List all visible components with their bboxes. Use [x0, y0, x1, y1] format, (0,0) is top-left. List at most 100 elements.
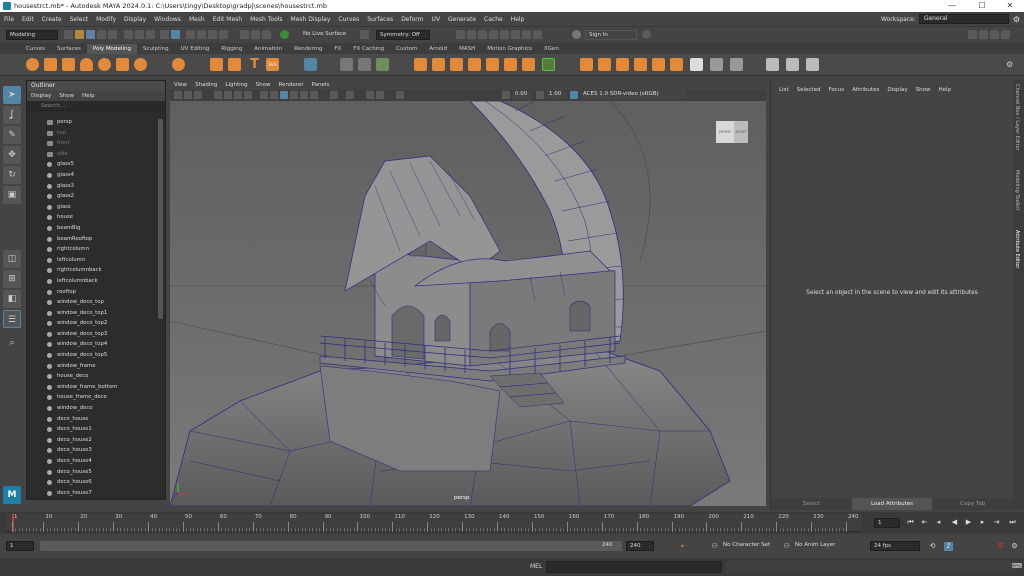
rotate-tool-icon[interactable]: ↻: [3, 166, 21, 184]
workspace-dropdown[interactable]: General: [918, 14, 1009, 24]
menu-curves[interactable]: Curves: [334, 16, 363, 23]
scale-tool-icon[interactable]: ▣: [3, 186, 21, 204]
menu-select[interactable]: Select: [66, 16, 93, 23]
film-gate-icon[interactable]: [224, 91, 232, 99]
outliner-layout-icon[interactable]: ☰: [3, 310, 21, 328]
menuset-dropdown[interactable]: Modeling: [6, 30, 58, 40]
smooth-icon[interactable]: [376, 58, 389, 71]
wireframe-icon[interactable]: [260, 91, 268, 99]
view-transform-icon[interactable]: [570, 91, 578, 99]
shelf-tab-custom[interactable]: Custom: [390, 44, 423, 54]
viewport-menu-lighting[interactable]: Lighting: [221, 80, 251, 90]
outliner-menu-display[interactable]: Display: [27, 91, 55, 101]
new-scene-icon[interactable]: [64, 30, 73, 39]
range-end-field[interactable]: 240: [626, 541, 654, 551]
poly-cylinder-icon[interactable]: [62, 58, 75, 71]
redo-icon[interactable]: [108, 30, 117, 39]
attr-menu-list[interactable]: List: [775, 87, 793, 93]
outliner-item-row[interactable]: window_deco_top5: [27, 350, 159, 361]
range-start-field[interactable]: 1: [6, 541, 34, 551]
attr-load-attributes-button[interactable]: Load Attributes: [851, 498, 933, 510]
resolution-gate-icon[interactable]: [234, 91, 242, 99]
render-settings-icon[interactable]: [478, 30, 487, 39]
arnold-render-icon[interactable]: [522, 30, 531, 39]
viewport-menu-panels[interactable]: Panels: [308, 80, 334, 90]
user-icon[interactable]: [572, 30, 581, 39]
combine-icon[interactable]: [340, 58, 353, 71]
camera-attributes-icon[interactable]: [174, 91, 182, 99]
attr-menu-show[interactable]: Show: [912, 87, 935, 93]
viewport-menu-renderer[interactable]: Renderer: [274, 80, 307, 90]
ipr-render-icon[interactable]: [467, 30, 476, 39]
sound-icon[interactable]: ♪: [944, 542, 953, 551]
outliner-item-row[interactable]: deco_house2: [27, 435, 159, 446]
lasso-tool-icon[interactable]: ʆ: [3, 106, 21, 124]
live-surface-icon[interactable]: [280, 30, 289, 39]
undo-icon[interactable]: [97, 30, 106, 39]
character-set-icon[interactable]: ⚇: [710, 542, 719, 551]
outliner-item-row[interactable]: leftcolumn: [27, 255, 159, 266]
outliner-item-row[interactable]: deco_house3: [27, 445, 159, 456]
freeze-transform-icon[interactable]: [710, 58, 723, 71]
textured-icon[interactable]: [290, 91, 298, 99]
select-tool-arrow-icon[interactable]: ➤: [3, 86, 21, 104]
mirror-icon[interactable]: [580, 58, 593, 71]
outliner-item-row[interactable]: window_frame: [27, 361, 159, 372]
poly-cube-icon[interactable]: [44, 58, 57, 71]
shelf-tab-xgen[interactable]: XGen: [538, 44, 565, 54]
shelf-tab-poly-modeling[interactable]: Poly Modeling: [86, 44, 137, 54]
menu-display[interactable]: Display: [120, 16, 150, 23]
gamma-icon[interactable]: [536, 91, 544, 99]
gamma-field[interactable]: 1.00: [546, 91, 566, 100]
shelf-tab-curves[interactable]: Curves: [20, 44, 51, 54]
outliner-item-row[interactable]: deco_house7: [27, 488, 159, 499]
outliner-item-row[interactable]: glass: [27, 202, 159, 213]
current-frame-field[interactable]: 1: [874, 518, 900, 528]
outliner-item-row[interactable]: rooftop: [27, 287, 159, 298]
menu-mesh-tools[interactable]: Mesh Tools: [246, 16, 286, 23]
insert-loop-icon[interactable]: [542, 58, 555, 71]
outliner-item-row[interactable]: rightcolumn: [27, 244, 159, 255]
type-tool-icon[interactable]: T: [248, 58, 261, 71]
shelf-tab-sculpting[interactable]: Sculpting: [137, 44, 175, 54]
reduce-icon[interactable]: [616, 58, 629, 71]
fill-hole-icon[interactable]: [486, 58, 499, 71]
signin-dropdown[interactable]: Sign In: [585, 30, 637, 40]
merge-icon[interactable]: [504, 58, 517, 71]
menu-mesh[interactable]: Mesh: [185, 16, 209, 23]
symmetry-icon[interactable]: [360, 30, 369, 39]
target-weld-icon[interactable]: [522, 58, 535, 71]
viewcube[interactable]: FRONT RIGHT: [716, 119, 750, 145]
shelf-tab-rigging[interactable]: Rigging: [215, 44, 248, 54]
menu-generate[interactable]: Generate: [444, 16, 480, 23]
go-to-start-icon[interactable]: ⏮: [906, 518, 915, 527]
outliner-item-row[interactable]: deco_house6: [27, 477, 159, 488]
outliner-item-row[interactable]: window_deco_top: [27, 297, 159, 308]
select-by-type-icon[interactable]: [171, 30, 180, 39]
snap-curve-icon[interactable]: [197, 30, 206, 39]
shelf-tab-uv-editing[interactable]: UV Editing: [175, 44, 216, 54]
anim-layer-icon[interactable]: ⚇: [782, 542, 791, 551]
smooth-shade-icon[interactable]: [270, 91, 278, 99]
delete-history-icon[interactable]: [730, 58, 743, 71]
workspace-gear-icon[interactable]: ⚙: [1009, 15, 1024, 24]
viewcube-right-face[interactable]: RIGHT: [734, 121, 748, 143]
outliner-scrollbar[interactable]: [158, 119, 163, 319]
mel-label[interactable]: MEL: [530, 563, 542, 570]
auto-key-icon[interactable]: ⌖: [678, 542, 687, 551]
menu-deform[interactable]: Deform: [397, 16, 427, 23]
maximize-button[interactable]: ☐: [970, 0, 994, 12]
quadrangulate-icon[interactable]: [670, 58, 683, 71]
outliner-item-row[interactable]: beamRooftop: [27, 234, 159, 245]
preferences-icon[interactable]: ⚙: [1010, 542, 1019, 551]
viewport-persp[interactable]: FRONT RIGHT persp: [170, 101, 766, 506]
extrude-icon[interactable]: [414, 58, 427, 71]
shelf-tab-arnold[interactable]: Arnold: [423, 44, 453, 54]
make-live-icon[interactable]: [262, 30, 271, 39]
exposure-field[interactable]: 0.00: [512, 91, 532, 100]
boolean-icon[interactable]: [598, 58, 611, 71]
history-icon[interactable]: [240, 30, 249, 39]
separate-icon[interactable]: [358, 58, 371, 71]
shelf-settings-gear-icon[interactable]: ⚙: [1006, 60, 1015, 69]
character-set-dropdown[interactable]: No Character Set: [720, 541, 778, 551]
